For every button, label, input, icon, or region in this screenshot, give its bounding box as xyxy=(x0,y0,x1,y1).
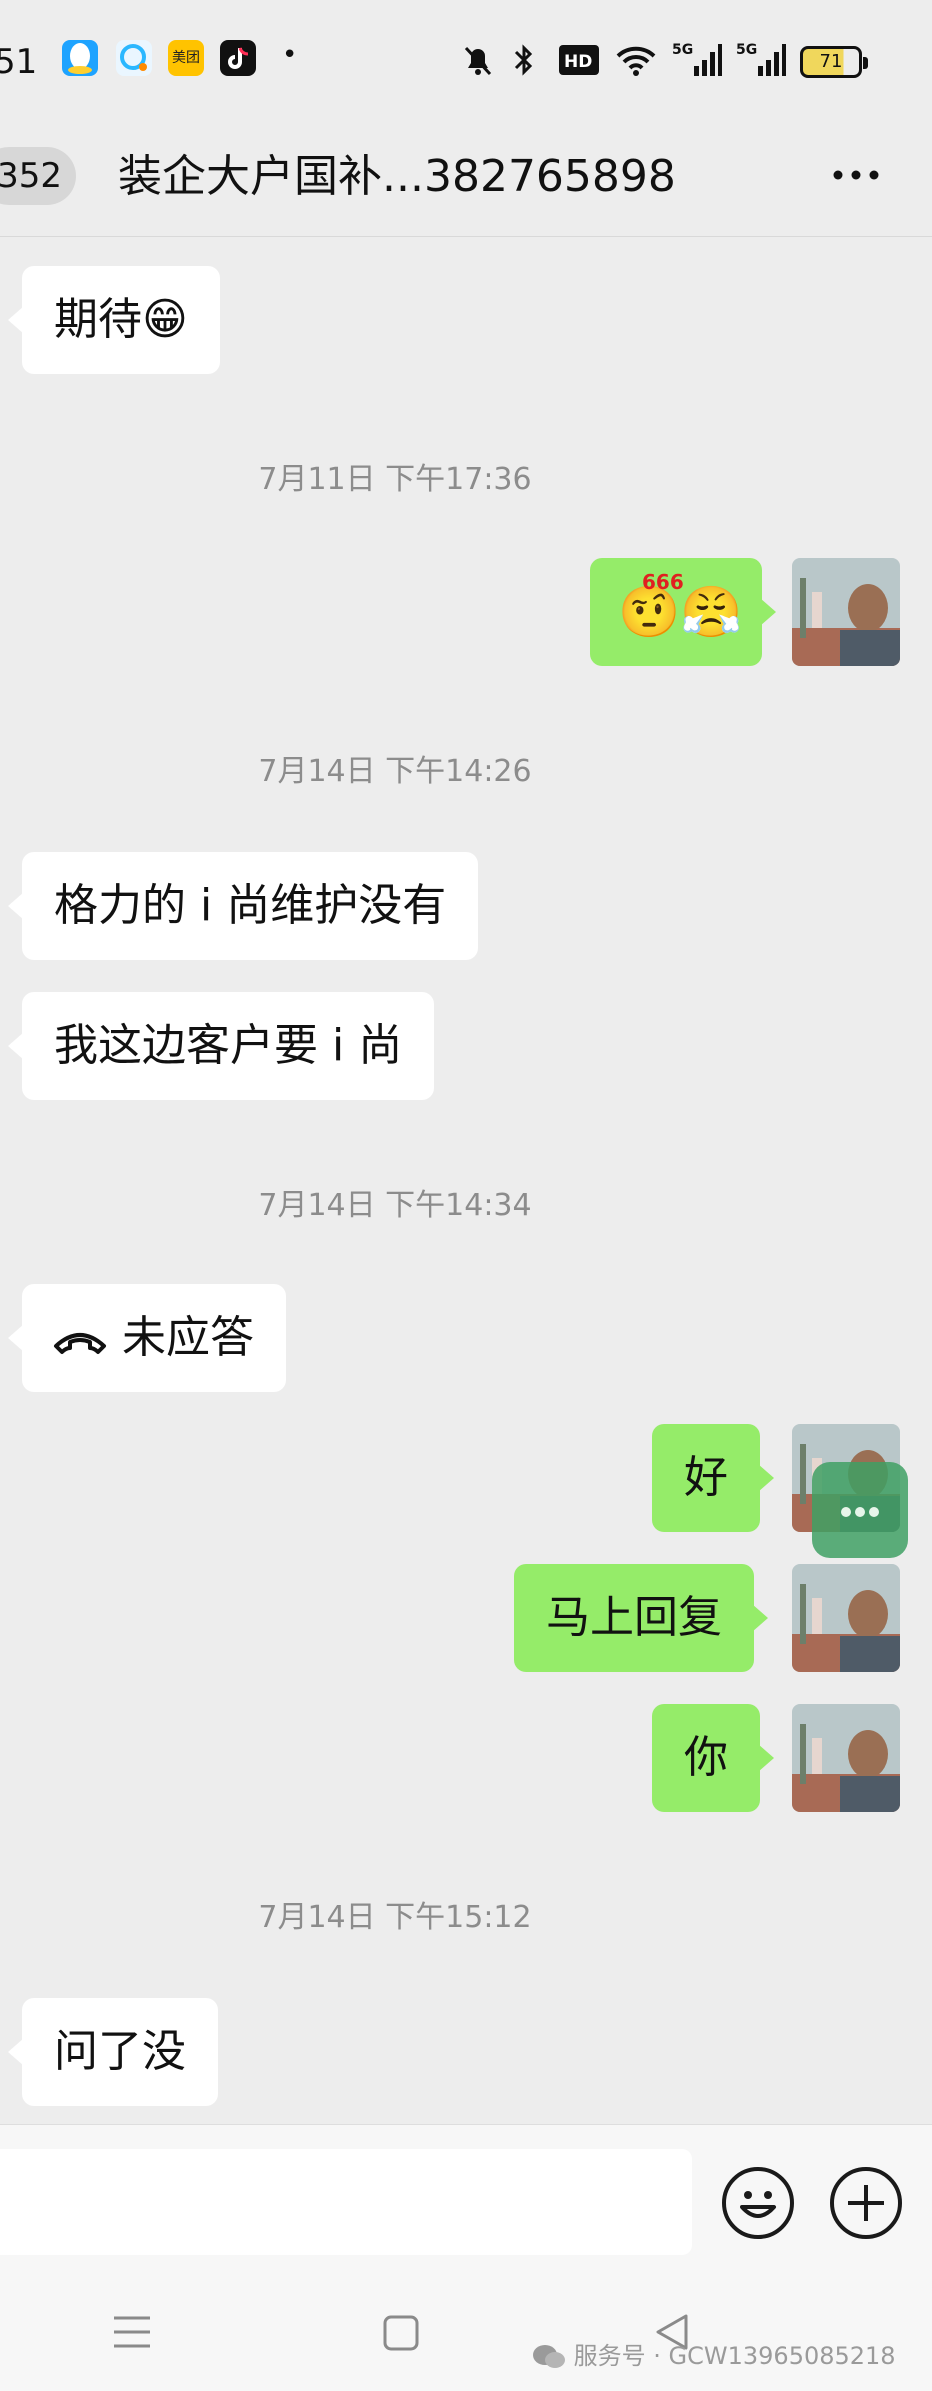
bluetooth-icon xyxy=(514,44,533,76)
wechat-icon xyxy=(533,2345,565,2368)
home-icon[interactable] xyxy=(382,2314,420,2352)
message-text: 我这边客户要 i 尚 xyxy=(54,1020,403,1071)
meituan-label: 美团 xyxy=(172,50,200,66)
signal-5g-icon: 5G xyxy=(672,42,722,76)
watermark-text: 服务号 · GCW13965085218 xyxy=(573,2342,896,2370)
message-input[interactable] xyxy=(0,2149,692,2255)
message-timestamp: 7月14日 下午14:26 xyxy=(258,754,532,789)
chat-app-icon xyxy=(116,40,152,76)
message-text: 好 xyxy=(684,1452,728,1503)
message-text: 你 xyxy=(684,1732,728,1783)
avatar-photo-icon xyxy=(792,1564,900,1672)
battery-icon: 71 xyxy=(800,46,868,78)
signal-5g-icon-2: 5G xyxy=(736,42,786,76)
incoming-message[interactable]: 期待😁 xyxy=(8,266,220,374)
unread-count: 352 xyxy=(0,156,62,196)
hd-icon: HD xyxy=(559,45,599,75)
plus-icon xyxy=(848,2185,884,2221)
avatar-photo-icon xyxy=(792,558,900,666)
svg-text:HD: HD xyxy=(564,52,592,72)
add-attachment-button[interactable] xyxy=(830,2167,902,2239)
message-text: 马上回复 xyxy=(546,1592,722,1643)
battery-level: 71 xyxy=(819,51,843,72)
message-text: 问了没 xyxy=(54,2026,186,2077)
mute-bell-icon xyxy=(464,46,492,76)
chat-title: 装企大户国补...382765898 xyxy=(118,151,676,202)
message-timestamp: 7月11日 下午17:36 xyxy=(258,462,532,497)
dot-icon: • xyxy=(282,40,298,70)
qq-icon xyxy=(62,40,98,76)
system-nav-bar xyxy=(0,2264,932,2391)
status-bar: 51 美团 • HD 5G 5G 71 xyxy=(0,0,932,125)
message-text: 未应答 xyxy=(122,1312,254,1363)
meituan-icon: 美团 xyxy=(168,40,204,76)
watermark: 服务号 · GCW13965085218 xyxy=(532,2336,896,2371)
smiley-icon xyxy=(740,2191,776,2218)
sticker-tag: 666 xyxy=(642,570,684,594)
svg-text:5G: 5G xyxy=(736,42,757,58)
chat-header: 352 装企大户国补...382765898 xyxy=(0,125,932,237)
outgoing-message[interactable]: 好 xyxy=(652,1424,774,1532)
incoming-message[interactable]: 我这边客户要 i 尚 xyxy=(7,992,435,1100)
douyin-icon xyxy=(220,40,256,76)
more-dots-icon xyxy=(833,170,879,180)
avatar[interactable] xyxy=(792,1704,900,1812)
message-timestamp: 7月14日 下午15:12 xyxy=(258,1900,532,1935)
more-dots-icon xyxy=(841,1507,879,1517)
avatar[interactable] xyxy=(792,558,900,666)
incoming-message[interactable]: 格力的 i 尚维护没有 xyxy=(7,852,479,960)
wifi-icon xyxy=(616,46,656,76)
message-text: 期待😁 xyxy=(54,294,188,345)
message-timestamp: 7月14日 下午14:34 xyxy=(258,1188,532,1223)
back-button[interactable]: 352 xyxy=(0,147,76,205)
outgoing-sticker-message[interactable]: 🤨😤 666 xyxy=(590,558,776,666)
menu-icon[interactable] xyxy=(112,2314,152,2350)
outgoing-message[interactable]: 你 xyxy=(652,1704,774,1812)
svg-text:5G: 5G xyxy=(672,42,693,58)
input-bar xyxy=(0,2124,932,2264)
emoji-button[interactable] xyxy=(722,2167,794,2239)
avatar[interactable] xyxy=(792,1564,900,1672)
outgoing-message[interactable]: 马上回复 xyxy=(514,1564,768,1672)
phone-hangup-icon xyxy=(54,1333,106,1354)
incoming-message[interactable]: 问了没 xyxy=(8,1998,218,2106)
floating-assistant-button[interactable] xyxy=(812,1462,908,1558)
missed-call-message[interactable]: 未应答 xyxy=(8,1284,286,1392)
more-options-button[interactable] xyxy=(826,145,886,205)
message-text: 格力的 i 尚维护没有 xyxy=(54,880,447,931)
avatar-photo-icon xyxy=(792,1704,900,1812)
status-time: 51 xyxy=(0,42,38,82)
